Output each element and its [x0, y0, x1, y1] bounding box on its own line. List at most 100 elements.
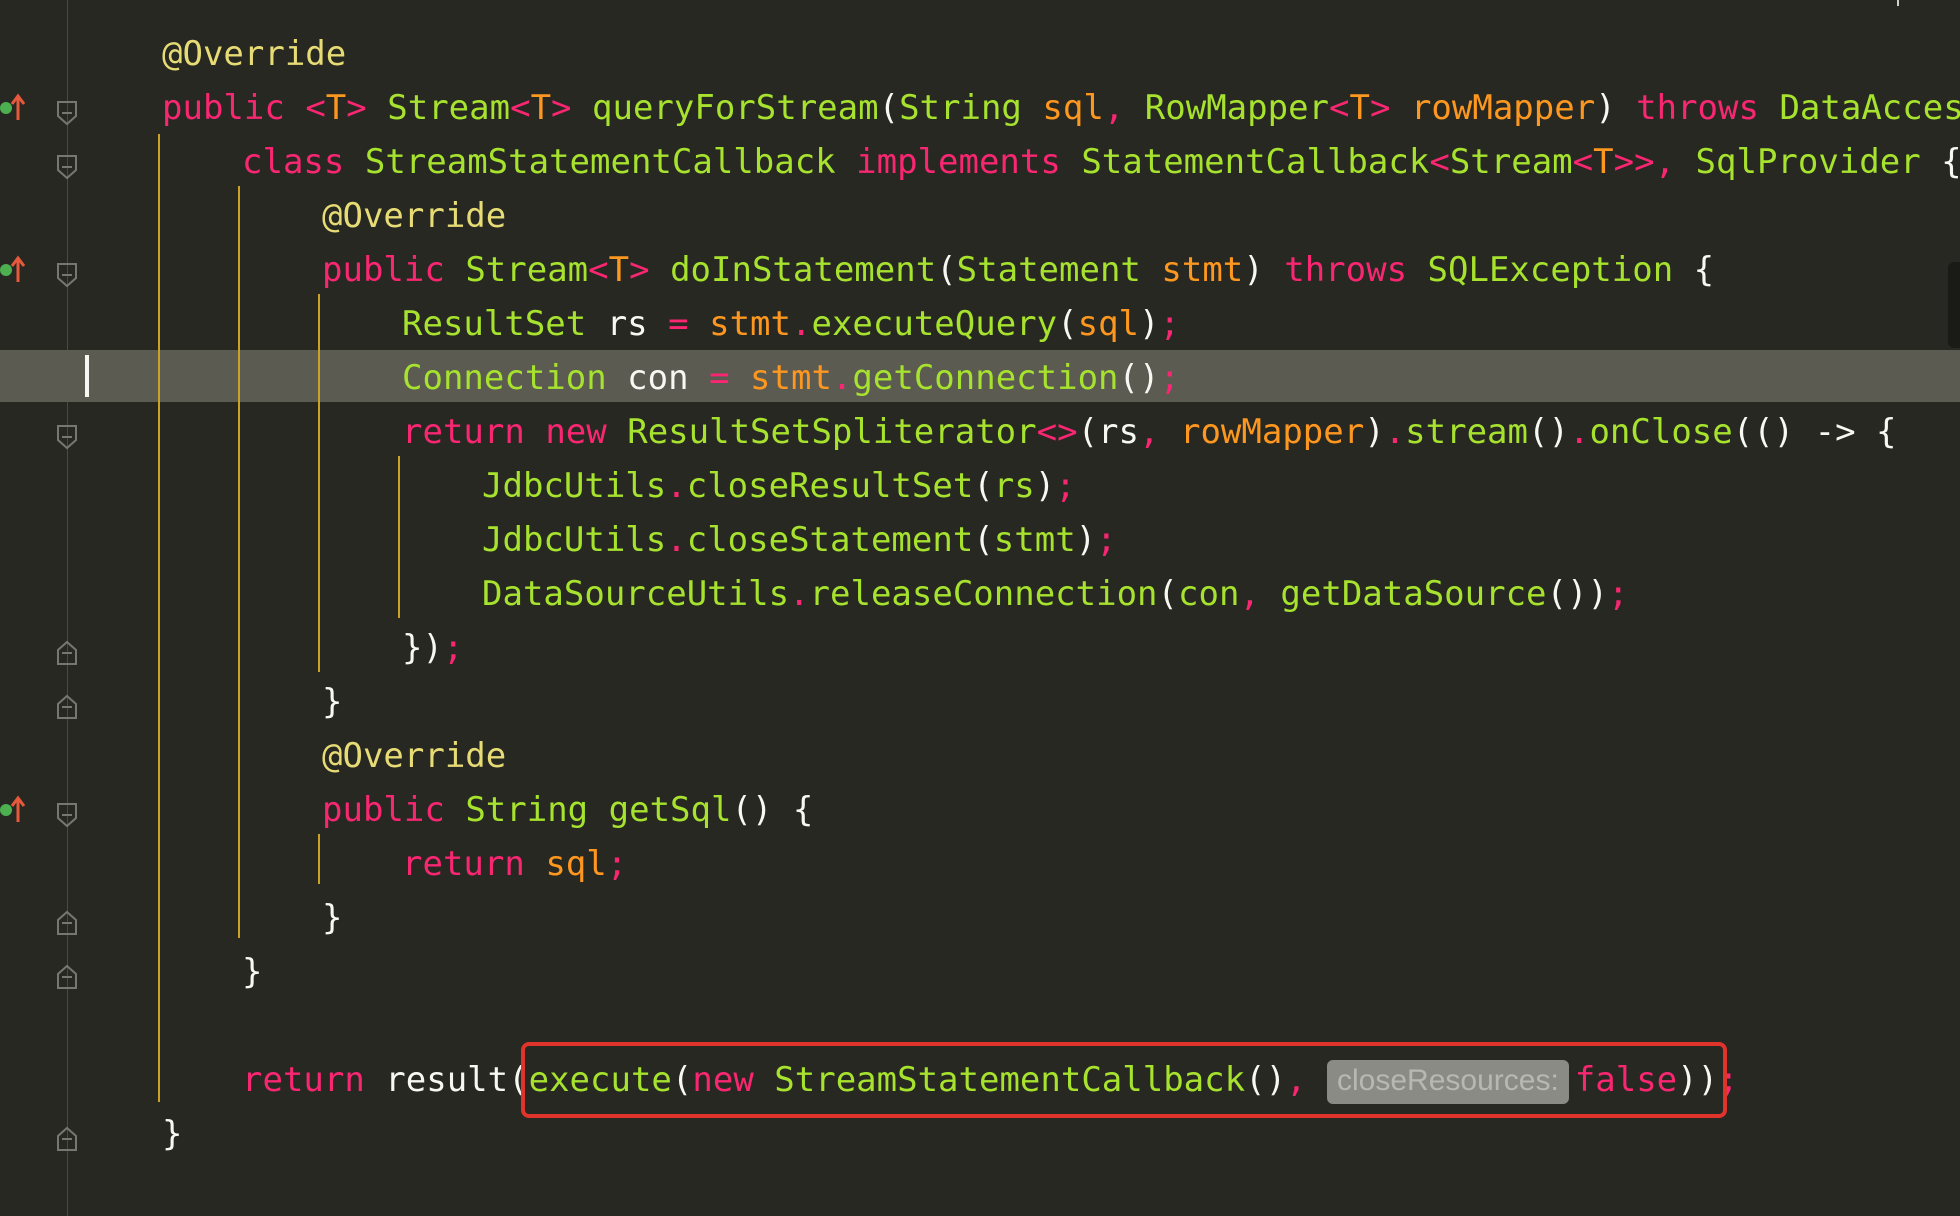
- code-token: String: [465, 790, 589, 830]
- code-token: sql: [1042, 88, 1104, 128]
- code-token: =: [668, 304, 689, 344]
- code-token: .: [831, 358, 853, 398]
- code-token: JdbcUtils: [482, 520, 667, 560]
- code-token: @Override: [162, 34, 347, 74]
- code-editor[interactable]: @Override public <T> Stream<T> queryForSt…: [0, 0, 1960, 1216]
- code-token: =: [709, 358, 730, 398]
- code-line[interactable]: class StreamStatementCallback implements…: [242, 135, 1960, 189]
- gutter-divider: [67, 0, 68, 1216]
- code-token: class: [242, 142, 345, 182]
- code-token: ()): [1546, 574, 1608, 614]
- fold-close-icon[interactable]: [56, 959, 78, 989]
- code-token: SqlProvider: [1695, 142, 1921, 182]
- code-token: ,: [1139, 412, 1160, 452]
- code-token: ;: [1096, 520, 1117, 560]
- override-method-icon[interactable]: [0, 91, 28, 121]
- indent-guide-getSql: [318, 834, 320, 884]
- fold-close-icon[interactable]: [56, 905, 78, 935]
- fold-close-icon[interactable]: [56, 689, 78, 719]
- text-caret: [85, 355, 89, 397]
- code-token: (): [1118, 358, 1160, 398]
- code-token: {: [1920, 142, 1960, 182]
- code-token: (: [936, 250, 957, 290]
- code-token: rowMapper: [1410, 88, 1596, 128]
- code-line[interactable]: JdbcUtils.closeStatement(stmt);: [482, 513, 1117, 567]
- code-token: rs: [993, 466, 1035, 506]
- code-line[interactable]: JdbcUtils.closeResultSet(rs);: [482, 459, 1076, 513]
- code-line[interactable]: public String getSql() {: [322, 783, 813, 837]
- code-line[interactable]: return sql;: [402, 837, 627, 891]
- code-line[interactable]: DataSourceUtils.releaseConnection(con, g…: [482, 567, 1628, 621]
- code-token: implements: [856, 142, 1061, 182]
- code-token: stmt: [709, 304, 791, 344]
- code-line[interactable]: public Stream<T> doInStatement(Statement…: [322, 243, 1714, 297]
- code-token: Stream: [465, 250, 589, 290]
- fold-open-icon[interactable]: [56, 419, 78, 450]
- code-token: .: [666, 520, 687, 560]
- indent-guide-method: [158, 134, 160, 1102]
- code-token: .: [666, 466, 687, 506]
- code-token: rs: [586, 304, 669, 344]
- code-token: ): [1595, 88, 1637, 128]
- scrollbar-thumb[interactable]: [1948, 262, 1960, 348]
- code-line[interactable]: Connection con = stmt.getConnection();: [402, 351, 1180, 405]
- editor-gutter[interactable]: [0, 0, 90, 1216]
- code-token: ,: [1654, 142, 1676, 182]
- code-token: Stream: [387, 88, 511, 128]
- code-token: ;: [1159, 358, 1180, 398]
- code-token: (: [973, 466, 994, 506]
- code-token: doInStatement: [670, 250, 937, 290]
- fold-open-icon[interactable]: [56, 257, 78, 288]
- code-token: (rs: [1077, 412, 1139, 452]
- fold-close-icon[interactable]: [56, 635, 78, 665]
- code-line[interactable]: @Override: [322, 729, 506, 783]
- code-line[interactable]: return new ResultSetSpliterator<>(rs, ro…: [402, 405, 1897, 459]
- code-line[interactable]: }: [322, 675, 342, 729]
- code-token: ;: [442, 628, 464, 668]
- code-token: ResultSetSpliterator: [627, 412, 1037, 452]
- code-token: return: [402, 844, 525, 884]
- code-token: public: [322, 250, 445, 290]
- code-token: (: [1057, 304, 1078, 344]
- code-line[interactable]: @Override: [162, 27, 346, 81]
- code-token: closeStatement: [686, 520, 974, 560]
- code-token: String: [899, 88, 1022, 128]
- code-line[interactable]: ResultSet rs = stmt.executeQuery(sql);: [402, 297, 1180, 351]
- code-token: Connection: [402, 358, 607, 398]
- code-token: DataSourceUtils: [482, 574, 790, 614]
- code-token: JdbcUtils: [482, 466, 667, 506]
- code-token: throws: [1284, 250, 1408, 290]
- code-line[interactable]: });: [402, 621, 463, 675]
- fold-open-icon[interactable]: [56, 797, 78, 828]
- code-token: sql: [1077, 304, 1140, 344]
- code-line[interactable]: @Override: [322, 189, 506, 243]
- code-line[interactable]: public <T> Stream<T> queryForStream(Stri…: [162, 81, 1960, 135]
- override-method-icon[interactable]: [0, 253, 28, 283]
- code-token: getConnection: [852, 358, 1119, 398]
- override-method-icon[interactable]: [0, 793, 28, 823]
- code-token: stream: [1405, 412, 1528, 452]
- code-line[interactable]: }: [242, 945, 262, 999]
- code-token: closeResultSet: [686, 466, 974, 506]
- code-token: .: [1384, 412, 1406, 452]
- fold-open-icon[interactable]: [56, 95, 78, 126]
- fold-open-icon[interactable]: [56, 149, 78, 180]
- code-token: (() -> {: [1732, 412, 1897, 452]
- code-line[interactable]: }: [162, 1107, 182, 1161]
- fold-close-icon[interactable]: [56, 1121, 78, 1151]
- code-token: {: [1673, 250, 1715, 290]
- code-line[interactable]: }: [322, 891, 342, 945]
- code-token: ;: [1607, 574, 1629, 614]
